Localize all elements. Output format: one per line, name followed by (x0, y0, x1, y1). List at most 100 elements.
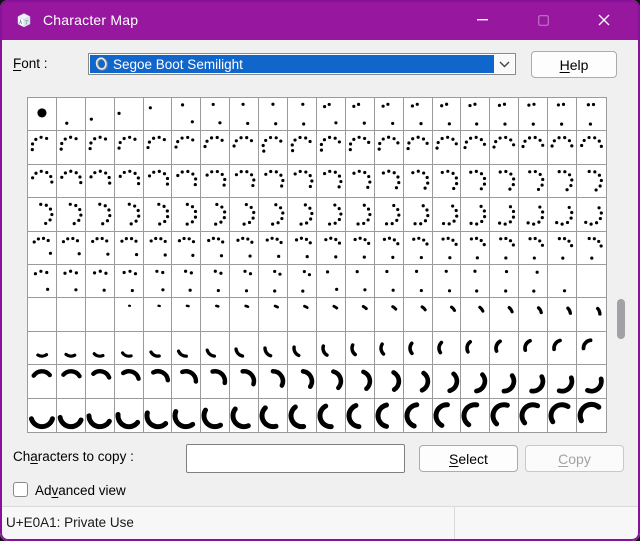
glyph-cell[interactable] (577, 232, 606, 265)
close-button[interactable] (581, 0, 627, 40)
glyph-cell[interactable] (259, 398, 289, 432)
glyph-cell[interactable] (316, 331, 346, 366)
glyph-cell[interactable] (56, 198, 86, 232)
glyph-cell[interactable] (56, 298, 86, 332)
glyph-cell[interactable] (85, 198, 115, 232)
glyph-cell[interactable] (28, 398, 57, 432)
glyph-cell[interactable] (316, 265, 346, 299)
glyph-cell[interactable] (374, 98, 404, 132)
glyph-cell[interactable] (490, 398, 520, 432)
glyph-cell[interactable] (548, 164, 578, 199)
glyph-cell[interactable] (143, 298, 173, 332)
font-combobox-dropdown[interactable] (494, 55, 514, 73)
glyph-cell[interactable] (432, 198, 462, 232)
glyph-cell[interactable] (201, 365, 231, 399)
glyph-cell[interactable] (548, 298, 578, 332)
glyph-cell[interactable] (143, 98, 173, 132)
glyph-cell[interactable] (143, 265, 173, 299)
glyph-cell[interactable] (230, 131, 260, 165)
glyph-cell[interactable] (345, 365, 375, 399)
glyph-cell[interactable] (201, 98, 231, 132)
glyph-cell[interactable] (114, 298, 144, 332)
glyph-cell[interactable] (85, 231, 115, 265)
glyph-cell[interactable] (519, 164, 549, 199)
glyph-cell[interactable] (519, 98, 549, 132)
glyph-cell[interactable] (345, 231, 375, 265)
glyph-cell[interactable] (490, 164, 520, 199)
glyph-cell[interactable] (143, 164, 173, 199)
glyph-cell[interactable] (432, 98, 462, 132)
glyph-cell[interactable] (432, 131, 462, 165)
glyph-cell[interactable] (85, 331, 115, 366)
glyph-cell[interactable] (403, 164, 433, 199)
glyph-cell[interactable] (461, 265, 491, 299)
glyph-cell[interactable] (85, 365, 115, 399)
glyph-cell[interactable] (316, 98, 346, 132)
glyph-cell[interactable] (230, 365, 260, 399)
glyph-cell[interactable] (172, 98, 202, 132)
glyph-cell[interactable] (143, 365, 173, 399)
glyph-cell[interactable] (56, 131, 86, 165)
glyph-cell[interactable] (28, 98, 57, 132)
glyph-cell[interactable] (577, 399, 606, 432)
glyph-cell[interactable] (316, 198, 346, 232)
glyph-cell[interactable] (374, 198, 404, 232)
glyph-cell[interactable] (28, 198, 57, 232)
glyph-cell[interactable] (345, 98, 375, 132)
glyph-cell[interactable] (114, 331, 144, 366)
glyph-cell[interactable] (548, 365, 578, 399)
advanced-view-checkbox[interactable] (13, 482, 28, 497)
glyph-cell[interactable] (577, 365, 606, 399)
glyph-cell[interactable] (172, 365, 202, 399)
glyph-cell[interactable] (577, 332, 606, 366)
glyph-cell[interactable] (577, 298, 606, 332)
glyph-cell[interactable] (259, 265, 289, 299)
glyph-cell[interactable] (577, 98, 606, 132)
glyph-cell[interactable] (259, 198, 289, 232)
glyph-cell[interactable] (259, 298, 289, 332)
glyph-cell[interactable] (230, 98, 260, 132)
glyph-cell[interactable] (461, 331, 491, 366)
glyph-cell[interactable] (548, 265, 578, 299)
glyph-cell[interactable] (85, 131, 115, 165)
glyph-cell[interactable] (490, 98, 520, 132)
glyph-cell[interactable] (114, 198, 144, 232)
glyph-cell[interactable] (230, 398, 260, 432)
glyph-cell[interactable] (548, 98, 578, 132)
glyph-cell[interactable] (259, 131, 289, 165)
glyph-cell[interactable] (548, 131, 578, 165)
glyph-cell[interactable] (201, 298, 231, 332)
glyph-cell[interactable] (143, 198, 173, 232)
glyph-cell[interactable] (288, 265, 317, 299)
glyph-cell[interactable] (316, 231, 346, 265)
characters-input[interactable] (186, 444, 405, 473)
glyph-cell[interactable] (172, 231, 202, 265)
glyph-cell[interactable] (375, 398, 404, 432)
glyph-cell[interactable] (403, 365, 433, 399)
glyph-cell[interactable] (374, 231, 404, 265)
glyph-cell[interactable] (403, 298, 433, 332)
glyph-cell[interactable] (259, 98, 289, 132)
glyph-cell[interactable] (230, 298, 260, 332)
glyph-cell[interactable] (374, 265, 404, 299)
glyph-cell[interactable] (288, 331, 317, 366)
glyph-cell[interactable] (461, 365, 491, 399)
glyph-cell[interactable] (28, 298, 57, 332)
glyph-cell[interactable] (288, 131, 317, 165)
glyph-cell[interactable] (316, 365, 346, 399)
glyph-cell[interactable] (548, 198, 578, 232)
glyph-cell[interactable] (461, 298, 491, 332)
glyph-cell[interactable] (57, 398, 86, 432)
glyph-cell[interactable] (85, 98, 115, 132)
glyph-cell[interactable] (490, 131, 520, 165)
glyph-cell[interactable] (577, 131, 606, 165)
glyph-cell[interactable] (56, 231, 86, 265)
glyph-cell[interactable] (259, 365, 289, 399)
glyph-cell[interactable] (461, 98, 491, 132)
glyph-cell[interactable] (201, 265, 231, 299)
glyph-cell[interactable] (172, 265, 202, 299)
glyph-cell[interactable] (143, 231, 173, 265)
glyph-cell[interactable] (114, 98, 144, 132)
advanced-view-label[interactable]: Advanced view (35, 483, 126, 498)
glyph-cell[interactable] (519, 131, 549, 165)
